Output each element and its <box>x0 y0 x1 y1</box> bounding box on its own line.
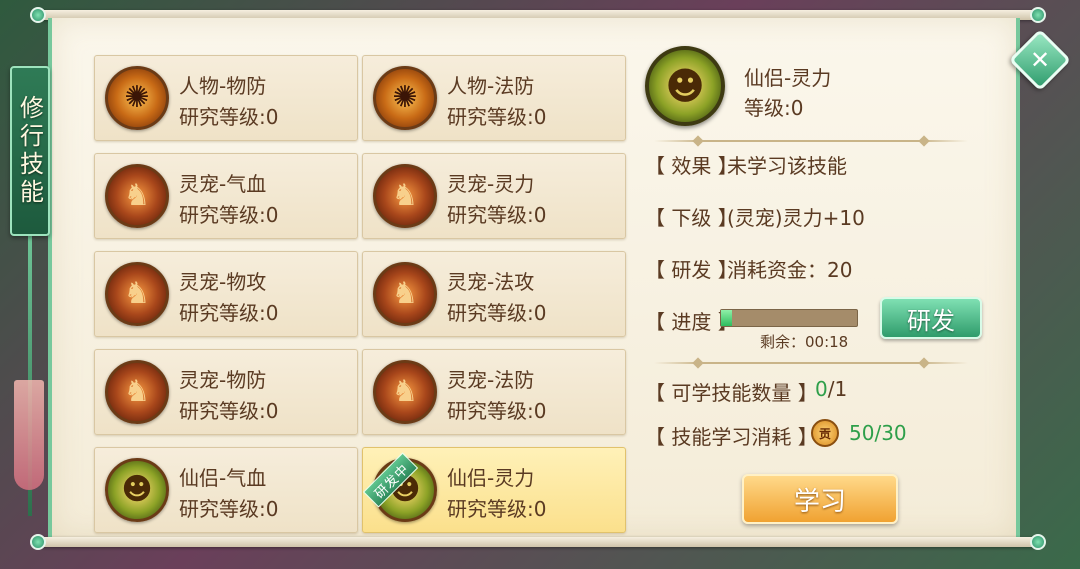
skill-level: 研究等级:0 <box>447 203 547 227</box>
learn-cost-label: 【 技能学习消耗 】 <box>645 425 818 449</box>
skill-level: 研究等级:0 <box>447 105 547 129</box>
detail-skill-level: 等级:0 <box>744 96 804 120</box>
skill-level: 研究等级:0 <box>179 301 279 325</box>
skill-name: 仙侣-灵力 <box>447 466 535 490</box>
skill-level: 研究等级:0 <box>179 497 279 521</box>
contribution-coin-icon: 贡 <box>811 419 839 447</box>
skill-name: 灵宠-法攻 <box>447 270 535 294</box>
skill-card[interactable]: ☻ 仙侣-灵力 研究等级:0 研发中 <box>362 447 626 533</box>
divider <box>654 140 968 142</box>
rod-cap-left <box>30 7 46 23</box>
side-title-text: 修行技能 <box>15 95 44 207</box>
fox-icon: ♞ <box>391 374 419 409</box>
skill-card[interactable]: ♞ 灵宠-法防研究等级:0 <box>362 349 626 435</box>
next-level-value: (灵宠)灵力+10 <box>727 206 865 230</box>
fox-icon: ♞ <box>123 178 151 213</box>
skill-card[interactable]: ✺ 人物-物防研究等级:0 <box>94 55 358 141</box>
skill-name: 灵宠-物防 <box>179 368 267 392</box>
skill-card[interactable]: ♞ 灵宠-物防研究等级:0 <box>94 349 358 435</box>
skill-icon: ✺ <box>105 66 169 130</box>
skill-card[interactable]: ♞ 灵宠-灵力研究等级:0 <box>362 153 626 239</box>
learnable-count: 0/1 <box>815 377 847 401</box>
skill-icon: ♞ <box>105 164 169 228</box>
remaining-time: 剩余：00:18 <box>760 333 849 351</box>
side-title-tab[interactable]: 修行技能 <box>10 66 50 236</box>
person-armor-icon: ✺ <box>124 80 150 115</box>
fox-icon: ♞ <box>123 276 151 311</box>
fox-icon: ♞ <box>391 178 419 213</box>
skill-icon: ✺ <box>373 66 437 130</box>
skill-name: 灵宠-灵力 <box>447 172 535 196</box>
skill-level: 研究等级:0 <box>447 301 547 325</box>
research-cost: 消耗资金：20 <box>727 258 853 282</box>
skill-card[interactable]: ♞ 灵宠-物攻研究等级:0 <box>94 251 358 337</box>
progress-bar <box>720 309 858 327</box>
skill-icon: ♞ <box>373 164 437 228</box>
couple-icon: ☻ <box>665 64 705 108</box>
skill-name: 人物-法防 <box>447 74 535 98</box>
skill-level: 研究等级:0 <box>179 105 279 129</box>
rod-cap-left <box>30 534 46 550</box>
learnable-current: 0 <box>815 377 828 401</box>
detail-skill-icon: ☻ <box>645 46 725 126</box>
skill-name: 人物-物防 <box>179 74 267 98</box>
skill-name: 仙侣-气血 <box>179 466 267 490</box>
effect-value: 未学习该技能 <box>727 154 847 178</box>
skill-name: 灵宠-气血 <box>179 172 267 196</box>
skill-icon: ♞ <box>105 360 169 424</box>
skill-icon: ♞ <box>105 262 169 326</box>
next-level-label: 【 下级 】 <box>645 206 738 230</box>
skill-card[interactable]: ✺ 人物-法防研究等级:0 <box>362 55 626 141</box>
learn-cost-value: 50/30 <box>849 421 907 445</box>
research-label: 【 研发 】 <box>645 258 738 282</box>
rod-cap-right <box>1030 7 1046 23</box>
skill-level: 研究等级:0 <box>447 497 547 521</box>
skill-card[interactable]: ♞ 灵宠-气血研究等级:0 <box>94 153 358 239</box>
effect-label: 【 效果 】 <box>645 154 738 178</box>
divider <box>654 362 968 364</box>
progress-fill <box>721 310 732 326</box>
person-magic-icon: ✺ <box>392 80 418 115</box>
fox-icon: ♞ <box>123 374 151 409</box>
skill-icon: ♞ <box>373 262 437 326</box>
detail-skill-name: 仙侣-灵力 <box>744 66 832 90</box>
scroll-rod-bottom <box>30 534 1046 550</box>
skill-card[interactable]: ♞ 灵宠-法攻研究等级:0 <box>362 251 626 337</box>
skill-name: 灵宠-物攻 <box>179 270 267 294</box>
skill-level: 研究等级:0 <box>179 399 279 423</box>
skill-icon: ☻ <box>105 458 169 522</box>
couple-icon: ☻ <box>121 472 153 507</box>
side-tassel <box>14 380 44 490</box>
skill-level: 研究等级:0 <box>447 399 547 423</box>
learnable-total: /1 <box>827 377 848 401</box>
skill-card[interactable]: ☻ 仙侣-气血研究等级:0 <box>94 447 358 533</box>
learn-button[interactable]: 学习 <box>742 474 898 524</box>
rod-cap-right <box>1030 534 1046 550</box>
skill-level: 研究等级:0 <box>179 203 279 227</box>
learnable-count-label: 【 可学技能数量 】 <box>645 381 818 405</box>
research-button[interactable]: 研发 <box>880 297 982 339</box>
skill-name: 灵宠-法防 <box>447 368 535 392</box>
fox-icon: ♞ <box>391 276 419 311</box>
skill-icon: ♞ <box>373 360 437 424</box>
close-icon: ✕ <box>1029 45 1051 74</box>
